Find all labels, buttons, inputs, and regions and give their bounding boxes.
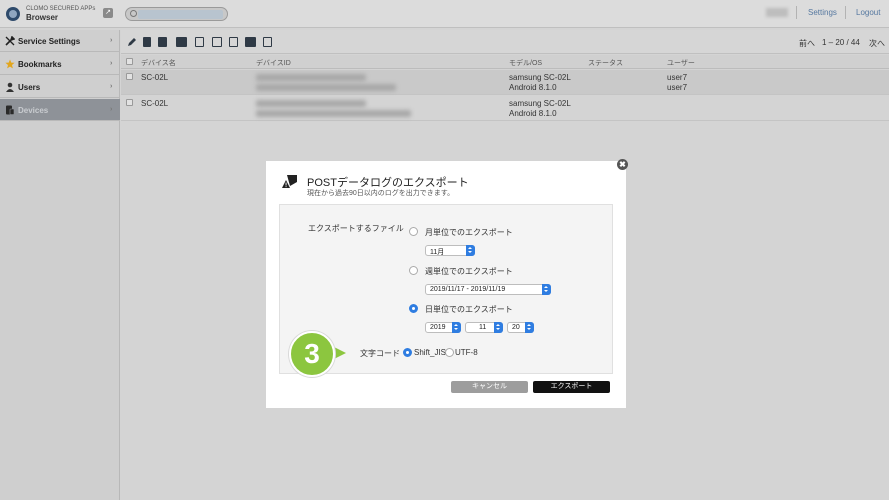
sidebar-item-label: Devices [18,106,49,115]
export-warning-icon [282,175,297,188]
weekly-label: 週単位でのエクスポート [425,267,513,276]
utf8-label: UTF-8 [455,348,478,357]
row-checkbox[interactable] [126,73,133,80]
select-all-checkbox[interactable] [126,58,133,65]
edit-icon[interactable] [127,37,136,47]
chevron-right-icon: › [110,83,113,90]
device-id-redacted [256,110,411,117]
daily-radio[interactable] [409,304,418,313]
column-header[interactable]: ユーザー [667,58,695,68]
weekly-radio[interactable] [409,266,418,275]
daily-label: 日単位でのエクスポート [425,305,513,314]
device-name: SC-02L [141,99,169,108]
device-name: SC-02L [141,73,169,82]
account-name-redacted [766,8,788,17]
screen-icon[interactable] [245,37,256,47]
charset-label: 文字コード [360,349,400,358]
device-id-redacted [256,84,396,91]
shift-jis-label: Shift_JIS [414,348,447,357]
top-bar: CLOMO SECURED APPs Browser ↗ Settings Lo… [0,0,889,28]
week-range-select[interactable]: 2019/11/17 - 2019/11/19 [425,284,551,295]
next-page-link[interactable]: 次へ [869,38,885,49]
chevron-updown-icon [525,322,534,333]
monthly-radio[interactable] [409,227,418,236]
day-select[interactable]: 20 [507,322,534,333]
chevron-updown-icon [466,245,475,256]
sidebar-item-label: Service Settings [18,37,81,46]
settings-link[interactable]: Settings [808,8,837,17]
monthly-label: 月単位でのエクスポート [425,228,513,237]
year-select-value: 2019 [430,324,446,331]
device-os: Android 8.1.0 [509,83,557,92]
device-model: samsung SC-02L [509,73,571,82]
trash-icon[interactable] [143,37,151,47]
daily-month-value: 11 [479,324,487,331]
search-icon [130,10,137,17]
sidebar-item-users[interactable]: Users › [0,76,120,98]
column-header[interactable]: モデル/OS [509,58,542,68]
toolbar: 前へ 1 – 20 / 44 次へ [121,30,889,54]
device-id-redacted [256,100,366,107]
logout-link[interactable]: Logout [856,8,880,17]
table-row[interactable]: SC-02L samsung SC-02L Android 8.1.0 [121,96,889,121]
external-link-icon[interactable]: ↗ [103,8,113,18]
chevron-right-icon: › [110,37,113,44]
chevron-updown-icon [494,322,503,333]
month-select-value: 11月 [430,249,445,256]
lock-icon[interactable] [158,37,167,47]
sidebar-item-label: Users [18,83,41,92]
divider [796,6,797,19]
page-range: 1 – 20 / 44 [822,38,860,47]
export-button[interactable]: エクスポート [533,381,610,393]
row-checkbox[interactable] [126,99,133,106]
device-model: samsung SC-02L [509,99,571,108]
device-user: user7 [667,83,688,92]
star-icon [5,59,15,69]
chevron-updown-icon [452,322,461,333]
prev-page-link[interactable]: 前へ [799,38,815,49]
brand-name: CLOMO SECURED APPs [26,6,96,12]
export-file-label: エクスポートするファイル [308,224,404,233]
search-field[interactable] [138,10,223,19]
app-logo-icon [6,7,20,21]
column-header[interactable]: ステータス [588,58,623,68]
cancel-button[interactable]: キャンセル [451,381,528,393]
chevron-right-icon: › [110,106,113,113]
column-header[interactable]: デバイス名 [141,58,176,68]
export-icon[interactable] [263,37,272,47]
device-user: user7 [667,73,688,82]
sidebar-item-label: Bookmarks [18,60,62,69]
divider [845,6,846,19]
table-header: デバイス名 デバイスID モデル/OS ステータス ユーザー [121,55,889,69]
chevron-updown-icon [542,284,551,295]
dialog-subtitle: 現在から過去90日以内のログを出力できます。 [307,190,455,197]
step-number-callout: 3 [289,331,335,377]
year-select[interactable]: 2019 [425,322,461,333]
chevron-right-icon: › [110,60,113,67]
utf8-radio[interactable] [445,348,454,357]
shift-jis-radio[interactable] [403,348,412,357]
device-id-redacted [256,74,366,81]
week-select-value: 2019/11/17 - 2019/11/19 [430,286,506,293]
table-row[interactable]: SC-02L samsung SC-02L Android 8.1.0 user… [121,70,889,95]
wrench-icon [5,36,15,46]
transfer-icon[interactable] [212,37,222,47]
sidebar: Service Settings › Bookmarks › Users › D… [0,30,120,500]
sidebar-item-service-settings[interactable]: Service Settings › [0,30,120,52]
sidebar-item-bookmarks[interactable]: Bookmarks › [0,53,120,75]
month-day-select[interactable]: 11 [465,322,503,333]
device-os: Android 8.1.0 [509,109,557,118]
user-icon [6,82,14,92]
daily-day-value: 20 [512,324,520,331]
column-header[interactable]: デバイスID [256,58,291,68]
device-lock-icon[interactable] [176,37,187,47]
download-log-icon[interactable] [229,37,238,47]
document-icon[interactable] [195,37,204,47]
month-select[interactable]: 11月 [425,245,475,256]
app-name: Browser [26,13,59,22]
device-icon [6,105,15,115]
sidebar-item-devices[interactable]: Devices › [0,99,120,121]
close-icon[interactable]: ✖ [617,159,628,170]
search-input[interactable] [125,7,228,21]
